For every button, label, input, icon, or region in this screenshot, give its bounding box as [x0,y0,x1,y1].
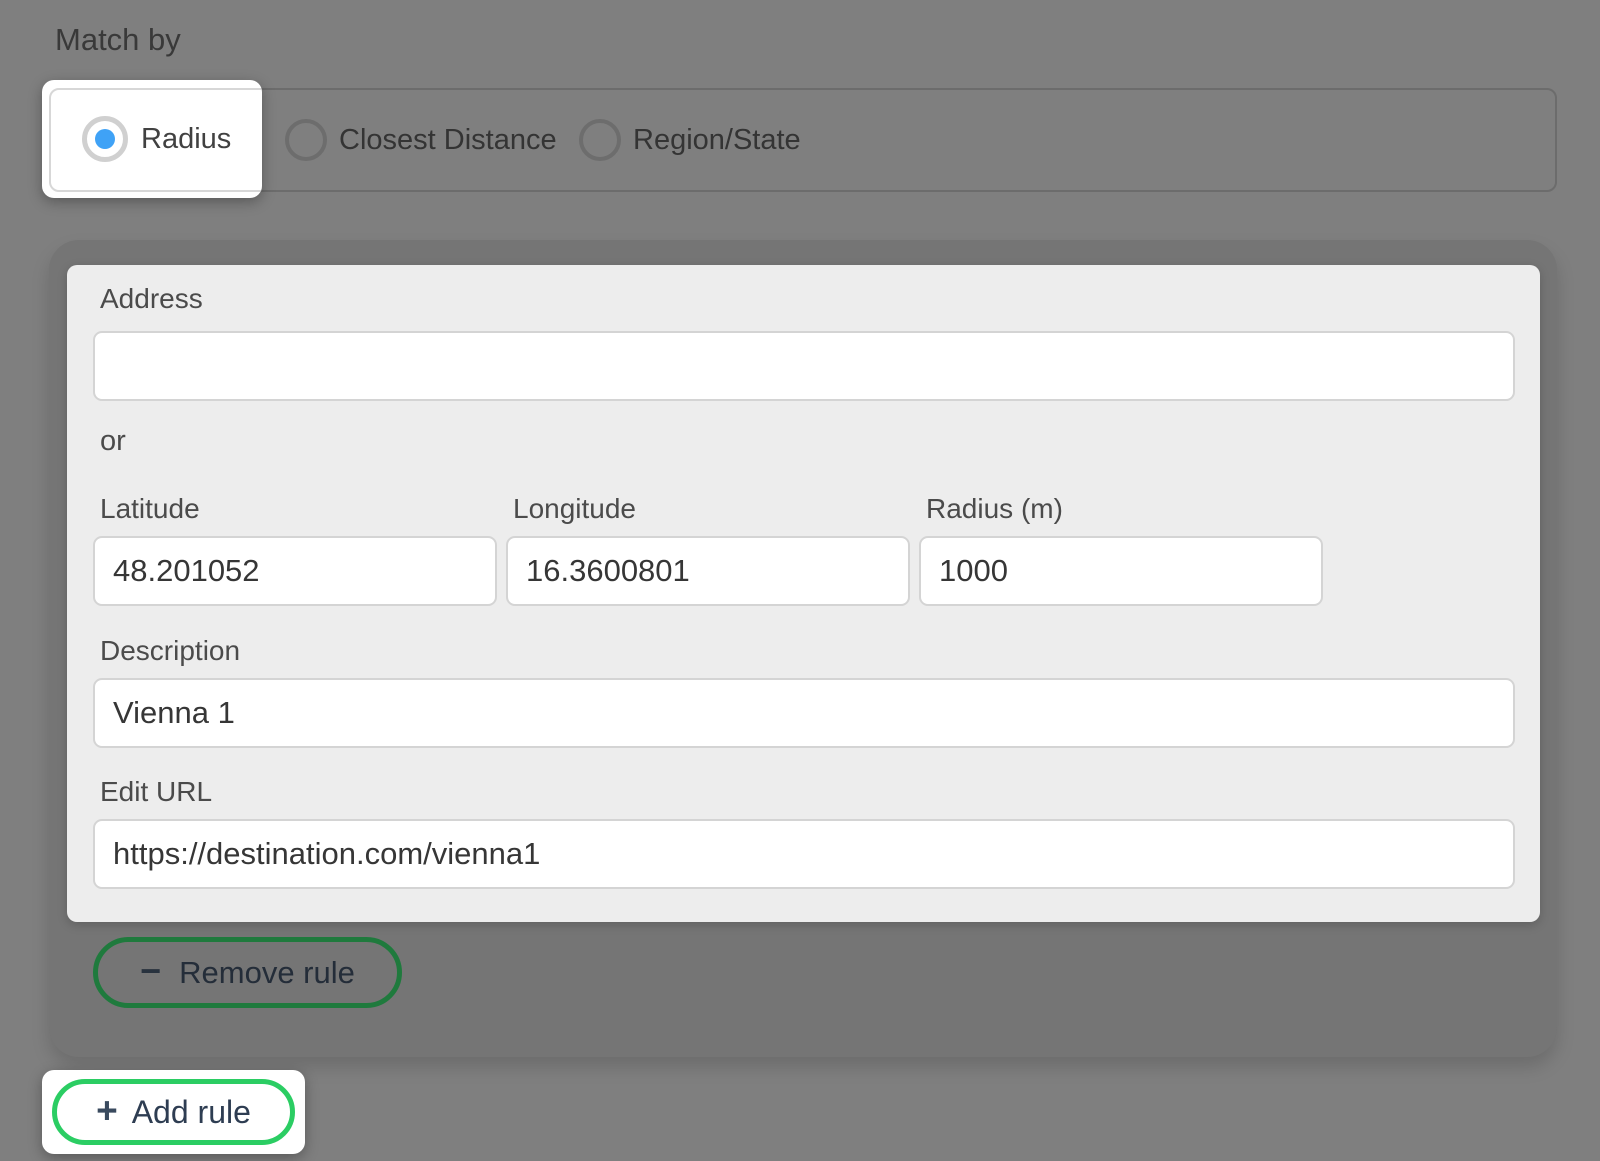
add-rule-spotlight: + Add rule [42,1070,305,1154]
radius-m-label: Radius (m) [926,493,1063,525]
remove-rule-button[interactable]: − Remove rule [93,937,402,1008]
closest-distance-label: Closest Distance [339,124,557,157]
longitude-input[interactable] [506,536,910,606]
radius-option-spotlight: Radius [42,80,262,198]
match-by-radio-group: Closest Distance Region/State [49,88,1557,192]
region-state-radio-icon[interactable] [579,119,621,161]
closest-distance-radio-icon[interactable] [285,119,327,161]
edit-url-input[interactable] [93,819,1515,889]
rule-form-panel: Address or Latitude Longitude Radius (m)… [67,265,1540,922]
match-by-label: Match by [55,22,181,58]
plus-icon: + [96,1092,118,1129]
radius-radio-selected-icon[interactable] [82,116,128,162]
rule-card: Address or Latitude Longitude Radius (m)… [49,240,1557,1057]
add-rule-label: Add rule [132,1094,251,1131]
add-rule-button[interactable]: + Add rule [52,1079,295,1145]
description-label: Description [100,635,240,667]
description-input[interactable] [93,678,1515,748]
latitude-input[interactable] [93,536,497,606]
longitude-label: Longitude [513,493,636,525]
or-label: or [100,425,126,458]
page: Match by Closest Distance Region/State R… [0,0,1600,1161]
radio-option-region-state[interactable]: Region/State [579,90,801,190]
radio-option-closest-distance[interactable]: Closest Distance [285,90,557,190]
region-state-label: Region/State [633,124,801,157]
minus-icon: − [140,953,161,989]
radio-dot-icon [95,129,115,149]
radius-m-input[interactable] [919,536,1323,606]
address-label: Address [100,283,203,315]
address-input[interactable] [93,331,1515,401]
radio-option-radius[interactable]: Radius [82,80,231,198]
latitude-label: Latitude [100,493,200,525]
edit-url-label: Edit URL [100,776,212,808]
remove-rule-label: Remove rule [179,955,355,991]
radius-label: Radius [141,123,231,156]
